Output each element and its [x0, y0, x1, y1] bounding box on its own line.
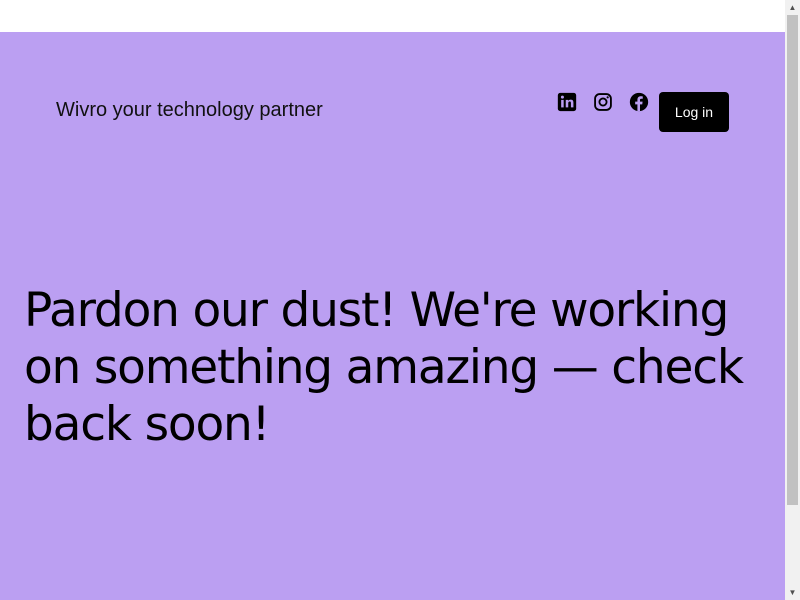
vertical-scrollbar[interactable]: ▲ ▼ [785, 0, 800, 600]
scrollbar-thumb[interactable] [787, 15, 798, 505]
top-bar [0, 0, 785, 32]
site-title[interactable]: Wivro your technology partner [56, 99, 323, 122]
linkedin-icon[interactable] [557, 92, 577, 112]
scroll-up-arrow-icon[interactable]: ▲ [785, 0, 800, 15]
hero-heading: Pardon our dust! We're working on someth… [24, 283, 744, 452]
page-body: Wivro your technology partner Log in Par… [0, 32, 785, 600]
facebook-icon[interactable] [629, 92, 649, 112]
scroll-down-arrow-icon[interactable]: ▼ [785, 585, 800, 600]
instagram-icon[interactable] [593, 92, 613, 112]
login-button[interactable]: Log in [659, 92, 729, 132]
